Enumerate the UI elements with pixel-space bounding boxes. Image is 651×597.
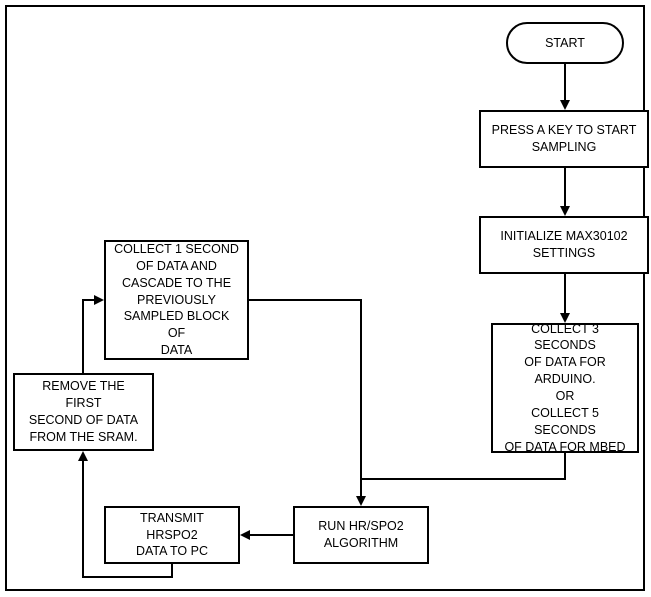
node-remove-first: REMOVE THE FIRST SECOND OF DATA FROM THE… [13, 373, 154, 451]
flowchart-canvas: START PRESS A KEY TO START SAMPLING INIT… [0, 0, 651, 597]
flowchart-frame [5, 5, 645, 591]
node-initialize: INITIALIZE MAX30102 SETTINGS [479, 216, 649, 274]
node-transmit: TRANSMIT HRSPO2 DATA TO PC [104, 506, 240, 564]
node-run-algorithm: RUN HR/SPO2 ALGORITHM [293, 506, 429, 564]
node-start: START [506, 22, 624, 64]
node-collect-one: COLLECT 1 SECOND OF DATA AND CASCADE TO … [104, 240, 249, 360]
node-collect-initial: COLLECT 3 SECONDS OF DATA FOR ARDUINO. O… [491, 323, 639, 453]
node-press-key: PRESS A KEY TO START SAMPLING [479, 110, 649, 168]
